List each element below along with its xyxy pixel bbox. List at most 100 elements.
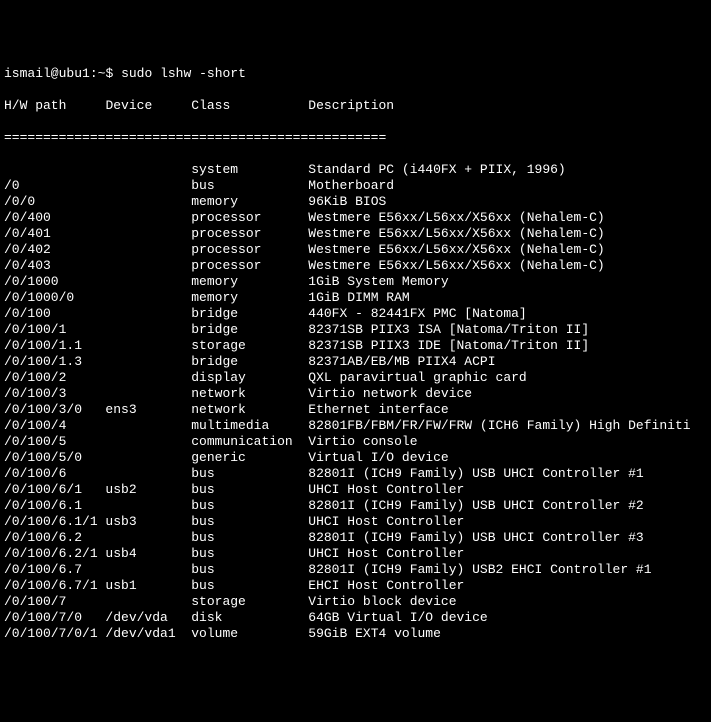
cell-description: UHCI Host Controller: [308, 482, 464, 497]
cell-hwpath: /0/100/7/0/1: [4, 626, 105, 641]
cell-class: system: [191, 162, 308, 177]
table-row: /0/100/1 bridge 82371SB PIIX3 ISA [Natom…: [4, 322, 707, 338]
cell-class: bus: [191, 546, 308, 561]
cell-device: [105, 386, 191, 401]
cell-class: volume: [191, 626, 308, 641]
prompt-dollar: $: [105, 66, 113, 81]
table-row: /0/100/6 bus 82801I (ICH9 Family) USB UH…: [4, 466, 707, 482]
cell-description: QXL paravirtual graphic card: [308, 370, 526, 385]
cell-class: network: [191, 402, 308, 417]
cell-hwpath: /0/402: [4, 242, 105, 257]
cell-hwpath: /0/100/6.2/1: [4, 546, 105, 561]
cell-hwpath: /0/100/7: [4, 594, 105, 609]
col-description: Description: [308, 98, 394, 113]
cell-class: bus: [191, 482, 308, 497]
cell-description: 1GiB System Memory: [308, 274, 448, 289]
table-row: system Standard PC (i440FX + PIIX, 1996): [4, 162, 707, 178]
command-text: sudo lshw -short: [121, 66, 246, 81]
cell-description: 82371SB PIIX3 ISA [Natoma/Triton II]: [308, 322, 589, 337]
cell-device: [105, 338, 191, 353]
cell-device: [105, 242, 191, 257]
cell-description: 64GB Virtual I/O device: [308, 610, 487, 625]
cell-class: bus: [191, 466, 308, 481]
cell-device: [105, 530, 191, 545]
cell-description: Virtio block device: [308, 594, 456, 609]
cell-hwpath: /0/100/6.1: [4, 498, 105, 513]
table-row: /0/400 processor Westmere E56xx/L56xx/X5…: [4, 210, 707, 226]
cell-hwpath: /0/100/6.7: [4, 562, 105, 577]
cell-device: /dev/vda1: [105, 626, 191, 641]
cell-class: generic: [191, 450, 308, 465]
cell-hwpath: /0/100/1.3: [4, 354, 105, 369]
cell-class: bus: [191, 498, 308, 513]
table-row: /0 bus Motherboard: [4, 178, 707, 194]
cell-hwpath: /0/100/7/0: [4, 610, 105, 625]
cell-class: bus: [191, 578, 308, 593]
table-row: /0/100/5 communication Virtio console: [4, 434, 707, 450]
cell-description: 59GiB EXT4 volume: [308, 626, 441, 641]
cell-device: [105, 594, 191, 609]
cell-class: bus: [191, 178, 308, 193]
col-class: Class: [191, 98, 230, 113]
cell-class: memory: [191, 194, 308, 209]
cell-class: bus: [191, 530, 308, 545]
cell-device: [105, 162, 191, 177]
prompt-userhost: ismail@ubu1: [4, 66, 90, 81]
cell-description: 82371AB/EB/MB PIIX4 ACPI: [308, 354, 495, 369]
col-hwpath: H/W path: [4, 98, 66, 113]
cell-class: display: [191, 370, 308, 385]
cell-class: communication: [191, 434, 308, 449]
cell-description: Virtual I/O device: [308, 450, 448, 465]
col-device: Device: [105, 98, 152, 113]
table-row: /0/100/6.1 bus 82801I (ICH9 Family) USB …: [4, 498, 707, 514]
prompt-line[interactable]: ismail@ubu1:~$ sudo lshw -short: [4, 66, 707, 82]
cell-class: multimedia: [191, 418, 308, 433]
cell-description: Ethernet interface: [308, 402, 448, 417]
cell-hwpath: /0/100/1.1: [4, 338, 105, 353]
table-row: /0/100/7/0 /dev/vda disk 64GB Virtual I/…: [4, 610, 707, 626]
table-row: /0/402 processor Westmere E56xx/L56xx/X5…: [4, 242, 707, 258]
cell-device: [105, 322, 191, 337]
table-row: /0/100/6.7 bus 82801I (ICH9 Family) USB2…: [4, 562, 707, 578]
cell-class: network: [191, 386, 308, 401]
cell-hwpath: /0/0: [4, 194, 105, 209]
divider-line: ========================================…: [4, 130, 707, 146]
cell-device: [105, 274, 191, 289]
cell-class: bridge: [191, 354, 308, 369]
cell-description: Standard PC (i440FX + PIIX, 1996): [308, 162, 565, 177]
cell-device: [105, 450, 191, 465]
cell-description: Virtio console: [308, 434, 417, 449]
cell-description: Westmere E56xx/L56xx/X56xx (Nehalem-C): [308, 226, 604, 241]
cell-description: Motherboard: [308, 178, 394, 193]
cell-class: bridge: [191, 306, 308, 321]
cell-description: Virtio network device: [308, 386, 472, 401]
cell-hwpath: /0/100/3/0: [4, 402, 105, 417]
cell-description: EHCI Host Controller: [308, 578, 464, 593]
cell-device: [105, 194, 191, 209]
prompt-sep: :: [90, 66, 98, 81]
cell-class: bus: [191, 514, 308, 529]
cell-hwpath: /0/1000/0: [4, 290, 105, 305]
cell-hwpath: /0/100/6.1/1: [4, 514, 105, 529]
cell-hwpath: /0/401: [4, 226, 105, 241]
cell-description: UHCI Host Controller: [308, 514, 464, 529]
table-row: /0/100/6.2/1 usb4 bus UHCI Host Controll…: [4, 546, 707, 562]
cell-device: [105, 290, 191, 305]
cell-description: Westmere E56xx/L56xx/X56xx (Nehalem-C): [308, 210, 604, 225]
cell-class: memory: [191, 290, 308, 305]
cell-device: usb2: [105, 482, 191, 497]
cell-hwpath: /0/100/2: [4, 370, 105, 385]
cell-class: processor: [191, 210, 308, 225]
table-row: /0/100/4 multimedia 82801FB/FBM/FR/FW/FR…: [4, 418, 707, 434]
table-row: /0/100/2 display QXL paravirtual graphic…: [4, 370, 707, 386]
table-body: system Standard PC (i440FX + PIIX, 1996)…: [4, 162, 707, 642]
table-row: /0/100/6.2 bus 82801I (ICH9 Family) USB …: [4, 530, 707, 546]
cell-description: 82371SB PIIX3 IDE [Natoma/Triton II]: [308, 338, 589, 353]
cell-hwpath: /0/100/4: [4, 418, 105, 433]
cell-device: [105, 210, 191, 225]
table-row: /0/100/7 storage Virtio block device: [4, 594, 707, 610]
cell-device: /dev/vda: [105, 610, 191, 625]
cell-hwpath: /0/100/3: [4, 386, 105, 401]
cell-hwpath: /0/100/5/0: [4, 450, 105, 465]
cell-hwpath: /0/100: [4, 306, 105, 321]
